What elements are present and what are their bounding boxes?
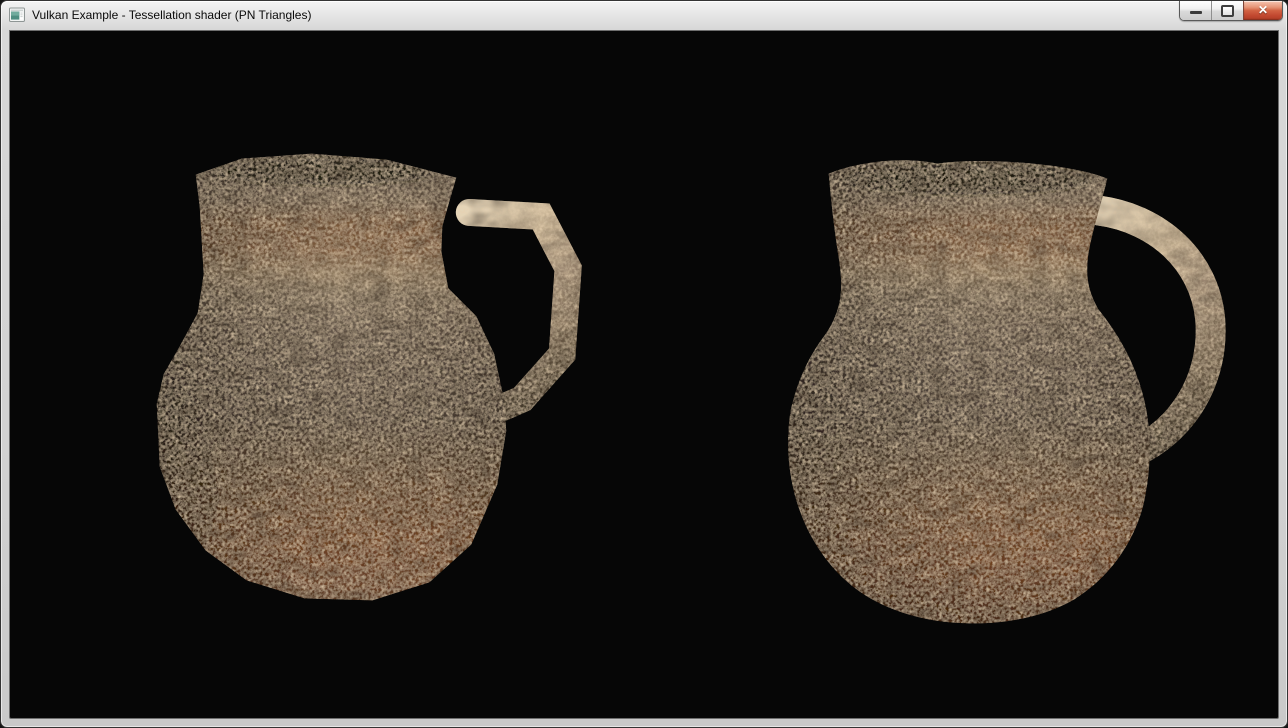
app-window: Vulkan Example - Tessellation shader (PN… — [0, 0, 1288, 728]
render-viewport[interactable] — [9, 30, 1279, 719]
minimize-button[interactable] — [1180, 1, 1211, 20]
jug-low-poly — [157, 154, 568, 601]
window-controls: ✕ — [1179, 1, 1283, 21]
titlebar[interactable]: Vulkan Example - Tessellation shader (PN… — [1, 1, 1287, 30]
app-window-icon[interactable] — [9, 7, 25, 23]
desktop: { "window": { "title": "Vulkan Example -… — [0, 0, 1288, 728]
render-canvas — [10, 31, 1278, 718]
maximize-icon — [1221, 5, 1234, 17]
close-icon: ✕ — [1258, 1, 1268, 20]
window-title: Vulkan Example - Tessellation shader (PN… — [32, 8, 311, 22]
close-button[interactable]: ✕ — [1243, 1, 1282, 20]
minimize-icon — [1190, 11, 1202, 14]
maximize-button[interactable] — [1211, 1, 1243, 20]
jug-tessellated — [788, 160, 1211, 623]
